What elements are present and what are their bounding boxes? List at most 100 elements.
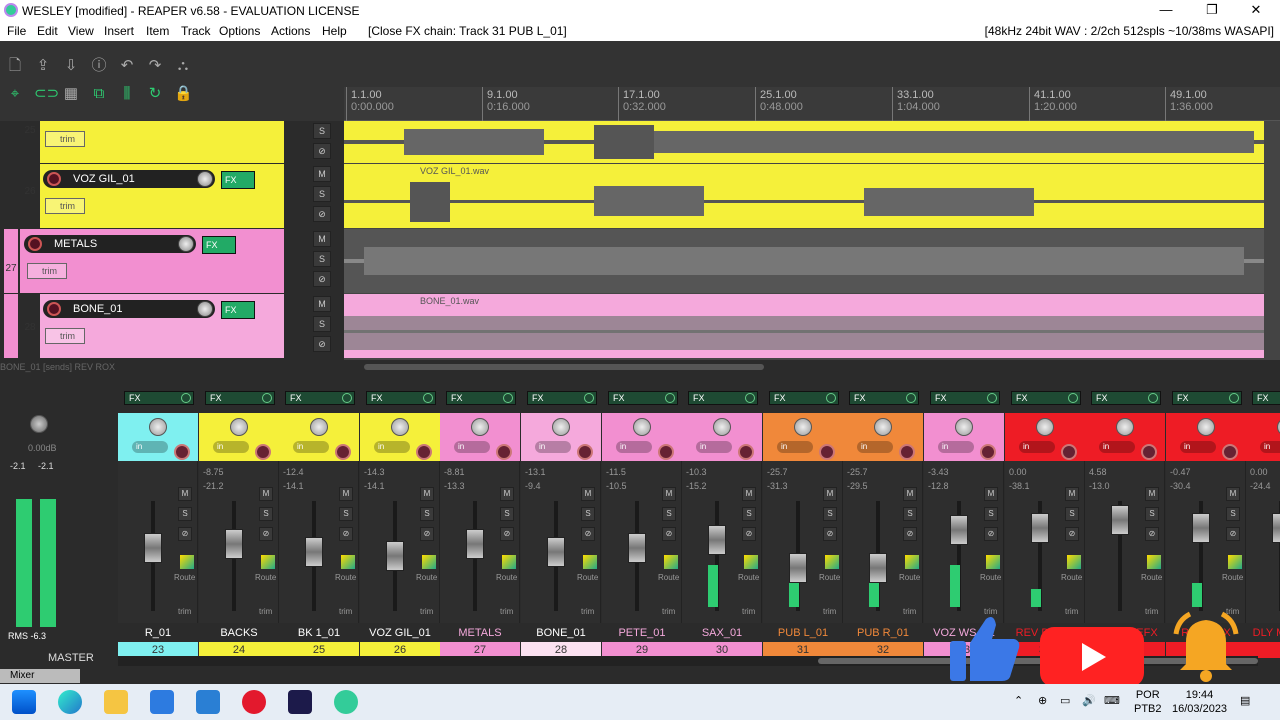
pan-knob[interactable] xyxy=(1116,418,1134,436)
minimize-button[interactable]: — xyxy=(1154,2,1178,17)
fx-button[interactable]: FX xyxy=(688,391,758,405)
pan-knob[interactable] xyxy=(391,418,409,436)
solo-button[interactable]: S xyxy=(662,507,676,521)
record-arm-icon[interactable] xyxy=(47,172,61,186)
redo-icon[interactable]: ↷ xyxy=(146,57,164,75)
route-icon[interactable] xyxy=(422,555,436,569)
pan-knob[interactable] xyxy=(794,418,812,436)
phase-button[interactable]: ⊘ xyxy=(1226,527,1240,541)
input-button[interactable]: in xyxy=(1099,441,1135,453)
fx-bypass-icon[interactable] xyxy=(503,393,513,403)
mixer-channel[interactable]: in -11.5 -10.5 M S ⊘ Route trim PETE_01 29 xyxy=(602,413,682,658)
fx-bypass-icon[interactable] xyxy=(181,393,191,403)
keyboard-icon[interactable]: ⌨ xyxy=(1104,694,1120,708)
pan-knob[interactable] xyxy=(874,418,892,436)
pan-knob[interactable] xyxy=(1197,418,1215,436)
mail-icon[interactable] xyxy=(196,690,220,714)
input-button[interactable]: in xyxy=(1019,441,1055,453)
volume-fader[interactable] xyxy=(1192,513,1210,543)
channel-name[interactable]: SAX_01 xyxy=(682,625,762,641)
record-arm-icon[interactable] xyxy=(1141,444,1157,460)
volume-fader[interactable] xyxy=(628,533,646,563)
file-explorer-icon[interactable] xyxy=(104,690,128,714)
track-26[interactable]: 26 VOZ GIL_01 FX trim M S ⊘ xyxy=(0,164,344,228)
solo-button[interactable]: S xyxy=(313,123,331,139)
route-icon[interactable] xyxy=(1228,555,1242,569)
mute-button[interactable]: M xyxy=(178,487,192,501)
track-25[interactable]: 25 trim S ⊘ xyxy=(0,121,344,163)
fx-button[interactable]: FX xyxy=(205,391,275,405)
record-arm-icon[interactable] xyxy=(416,444,432,460)
phase-button[interactable]: ⊘ xyxy=(581,527,595,541)
ripple-edit-icon[interactable]: ⊂⊃ xyxy=(34,85,59,103)
solo-button[interactable]: S xyxy=(742,507,756,521)
save-project-icon[interactable]: ⇩ xyxy=(62,57,80,75)
channel-name[interactable]: BK 1_01 xyxy=(279,625,359,641)
fx-button[interactable]: FX xyxy=(285,391,355,405)
record-arm-icon[interactable] xyxy=(255,444,271,460)
record-arm-icon[interactable] xyxy=(738,444,754,460)
solo-button[interactable]: S xyxy=(581,507,595,521)
mixer-channel[interactable]: in -12.4 -14.1 M S ⊘ Route trim BK 1_01 25 xyxy=(279,413,359,658)
restore-button[interactable]: ❐ xyxy=(1200,2,1224,18)
menu-file[interactable]: File xyxy=(7,24,26,38)
fx-button[interactable]: FX xyxy=(527,391,597,405)
volume-fader[interactable] xyxy=(547,537,565,567)
volume-fader[interactable] xyxy=(1272,513,1280,543)
phase-button[interactable]: ⊘ xyxy=(500,527,514,541)
arrange-horizontal-scrollbar[interactable] xyxy=(344,360,1280,374)
premiere-pro-icon[interactable] xyxy=(288,690,312,714)
input-button[interactable]: in xyxy=(777,441,813,453)
solo-button[interactable]: S xyxy=(903,507,917,521)
media-item[interactable] xyxy=(344,229,1264,293)
mixer-channel[interactable]: in4.58-13.0MS⊘RoutetrimREV CX EFX35 xyxy=(1085,413,1165,658)
media-item[interactable]: VOZ GIL_01.wav xyxy=(344,164,1264,228)
metronome-icon[interactable]: ⛬ xyxy=(174,57,192,75)
volume-fader[interactable] xyxy=(950,515,968,545)
pan-knob[interactable] xyxy=(1036,418,1054,436)
volume-fader[interactable] xyxy=(789,553,807,583)
mixer-channel[interactable]: in -25.7 -29.5 M S ⊘ Route trim PUB R_01 32 xyxy=(843,413,923,658)
mute-button[interactable]: M xyxy=(662,487,676,501)
volume-fader[interactable] xyxy=(466,529,484,559)
menu-edit[interactable]: Edit xyxy=(37,24,58,38)
phase-button[interactable]: ⊘ xyxy=(903,527,917,541)
volume-fader[interactable] xyxy=(869,553,887,583)
record-arm-icon[interactable] xyxy=(1222,444,1238,460)
menu-insert[interactable]: Insert xyxy=(104,24,134,38)
route-icon[interactable] xyxy=(744,555,758,569)
phase-button[interactable]: ⊘ xyxy=(259,527,273,541)
volume-fader[interactable] xyxy=(386,541,404,571)
mixer-channel[interactable]: in -10.3 -15.2 M S ⊘ Route trim SAX_01 30 xyxy=(682,413,762,658)
input-button[interactable]: in xyxy=(938,441,974,453)
arrange-view[interactable]: VOZ GIL_01.wav BONE_01.wav xyxy=(344,121,1280,360)
fx-bypass-icon[interactable] xyxy=(342,393,352,403)
menu-actions[interactable]: Actions xyxy=(271,24,310,38)
menu-help[interactable]: Help xyxy=(322,24,347,38)
mute-button[interactable]: M xyxy=(313,231,331,247)
phase-button[interactable]: ⊘ xyxy=(984,527,998,541)
timeline-ruler[interactable]: 1.1.00 0:00.000 9.1.00 0:16.000 17.1.00 0:3… xyxy=(344,41,1280,121)
menu-view[interactable]: View xyxy=(68,24,94,38)
fx-bypass-icon[interactable] xyxy=(1229,393,1239,403)
solo-button[interactable]: S xyxy=(500,507,514,521)
snap-grid-icon[interactable]: ▦ xyxy=(62,85,80,103)
solo-button[interactable]: S xyxy=(339,507,353,521)
volume-fader[interactable] xyxy=(225,529,243,559)
fx-bypass-icon[interactable] xyxy=(1068,393,1078,403)
record-arm-icon[interactable] xyxy=(658,444,674,460)
fx-button[interactable]: FX xyxy=(1252,391,1280,405)
mixer-channel[interactable]: in -13.1 -9.4 M S ⊘ Route trim BONE_01 28 xyxy=(521,413,601,658)
fx-bypass-icon[interactable] xyxy=(745,393,755,403)
master-channel[interactable]: 0.00dB -2.1 -2.1 RMS -6.3 xyxy=(0,413,116,653)
phase-button[interactable]: ⊘ xyxy=(313,206,331,222)
fx-bypass-icon[interactable] xyxy=(665,393,675,403)
mute-button[interactable]: M xyxy=(1145,487,1159,501)
mute-button[interactable]: M xyxy=(1065,487,1079,501)
route-icon[interactable] xyxy=(502,555,516,569)
fx-bypass-icon[interactable] xyxy=(826,393,836,403)
route-icon[interactable] xyxy=(341,555,355,569)
edge-browser-icon[interactable] xyxy=(58,690,82,714)
pan-knob[interactable] xyxy=(230,418,248,436)
microsoft-store-icon[interactable] xyxy=(150,690,174,714)
